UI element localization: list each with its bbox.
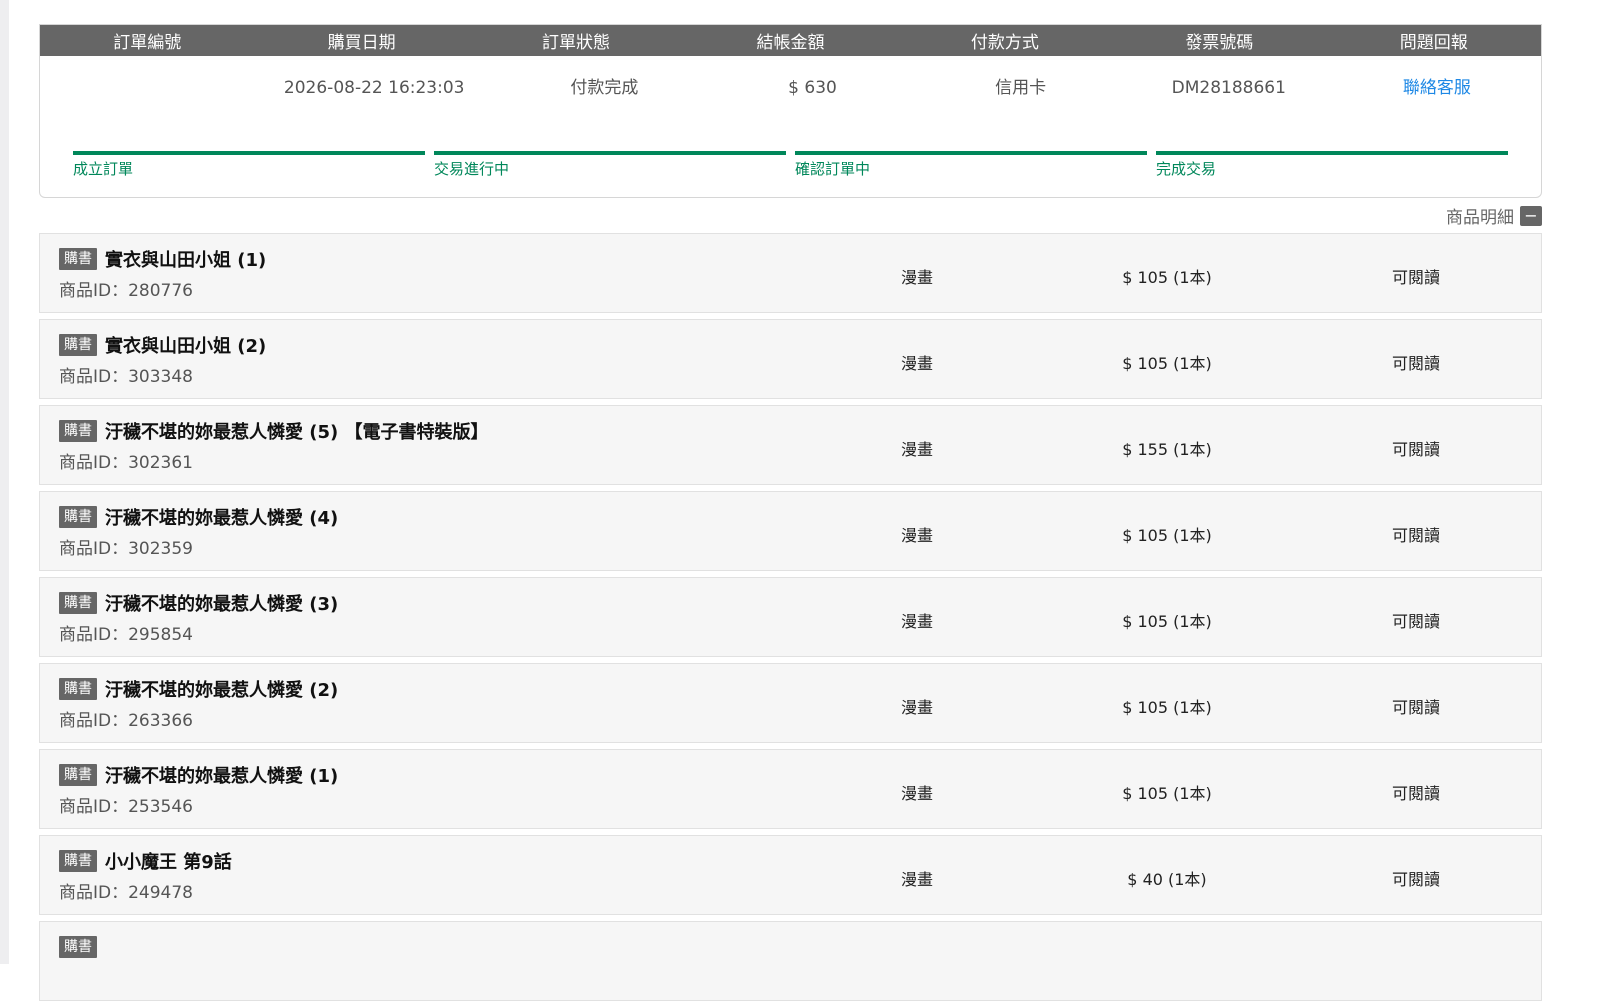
- product-status: 可閱讀: [1392, 268, 1441, 287]
- product-category: 漫畫: [901, 526, 934, 545]
- product-price: $ 105 (1本): [1122, 784, 1212, 803]
- product-detail-toggle[interactable]: 商品明細 −: [39, 198, 1542, 233]
- header-amount: 結帳金額: [756, 33, 825, 53]
- progress-step-completed: 完成交易: [1156, 151, 1508, 179]
- header-order-status: 訂單狀態: [542, 33, 611, 53]
- product-title: 汙穢不堪的妳最惹人憐愛 (1): [105, 766, 339, 787]
- list-item: 購書 汙穢不堪的妳最惹人憐愛 (4) 商品ID：302359 漫畫 $ 105 …: [39, 491, 1542, 571]
- progress-step-confirming: 確認訂單中: [795, 151, 1147, 179]
- product-id: 商品ID：302359: [59, 539, 193, 559]
- header-order-number: 訂單編號: [113, 33, 182, 53]
- list-item: 購書 汙穢不堪的妳最惹人憐愛 (2) 商品ID：263366 漫畫 $ 105 …: [39, 663, 1542, 743]
- order-status-value: 付款完成: [570, 78, 639, 98]
- product-title: 汙穢不堪的妳最惹人憐愛 (5) 【電子書特裝版】: [105, 422, 489, 443]
- amount-value: $ 630: [788, 78, 837, 98]
- product-id: 商品ID：280776: [59, 281, 193, 301]
- product-category: 漫畫: [901, 612, 934, 631]
- purchase-badge: 購書: [59, 506, 97, 528]
- product-category: 漫畫: [901, 784, 934, 803]
- order-table-header: 訂單編號 購買日期 訂單狀態 結帳金額 付款方式 發票號碼 問題回報: [40, 25, 1541, 56]
- order-progress: 成立訂單 交易進行中 確認訂單中 完成交易: [73, 151, 1508, 179]
- header-payment: 付款方式: [970, 33, 1039, 53]
- product-price: $ 105 (1本): [1122, 612, 1212, 631]
- purchase-badge: 購書: [59, 334, 97, 356]
- product-id: 商品ID：263366: [59, 711, 193, 731]
- header-invoice: 發票號碼: [1185, 33, 1254, 53]
- product-status: 可閱讀: [1392, 698, 1441, 717]
- payment-value: 信用卡: [995, 78, 1047, 98]
- purchase-badge: 購書: [59, 420, 97, 442]
- list-item: 購書 汙穢不堪的妳最惹人憐愛 (5) 【電子書特裝版】 商品ID：302361 …: [39, 405, 1542, 485]
- purchase-badge: 購書: [59, 850, 97, 872]
- purchase-badge: 購書: [59, 592, 97, 614]
- product-status: 可閱讀: [1392, 440, 1441, 459]
- purchase-badge: 購書: [59, 248, 97, 270]
- product-detail-label: 商品明細: [1446, 208, 1514, 228]
- product-status: 可閱讀: [1392, 354, 1441, 373]
- list-item: 購書 小小魔王 第9話 商品ID：249478 漫畫 $ 40 (1本) 可閱讀: [39, 835, 1542, 915]
- product-price: $ 155 (1本): [1122, 440, 1212, 459]
- list-item: 購書: [39, 921, 1542, 1001]
- product-id: 商品ID：249478: [59, 883, 193, 903]
- list-item: 購書 汙穢不堪的妳最惹人憐愛 (1) 商品ID：253546 漫畫 $ 105 …: [39, 749, 1542, 829]
- product-status: 可閱讀: [1392, 526, 1441, 545]
- product-title: 實衣與山田小姐 (2): [105, 336, 267, 357]
- list-item: 購書 汙穢不堪的妳最惹人憐愛 (3) 商品ID：295854 漫畫 $ 105 …: [39, 577, 1542, 657]
- product-status: 可閱讀: [1392, 784, 1441, 803]
- progress-step-created: 成立訂單: [73, 151, 425, 179]
- purchase-badge: 購書: [59, 764, 97, 786]
- purchase-date-value: 2026-08-22 16:23:03: [283, 78, 465, 98]
- product-id: 商品ID：303348: [59, 367, 193, 387]
- order-summary-card: 訂單編號 購買日期 訂單狀態 結帳金額 付款方式 發票號碼 問題回報 2026-…: [39, 24, 1542, 198]
- product-status: 可閱讀: [1392, 870, 1441, 889]
- product-list: 購書 實衣與山田小姐 (1) 商品ID：280776 漫畫 $ 105 (1本)…: [39, 233, 1542, 1001]
- product-id: 商品ID：302361: [59, 453, 193, 473]
- product-title: 汙穢不堪的妳最惹人憐愛 (2): [105, 680, 339, 701]
- product-category: 漫畫: [901, 440, 934, 459]
- header-purchase-date: 購買日期: [327, 33, 396, 53]
- product-category: 漫畫: [901, 870, 934, 889]
- product-price: $ 105 (1本): [1122, 698, 1212, 717]
- product-title: 實衣與山田小姐 (1): [105, 250, 267, 271]
- product-price: $ 105 (1本): [1122, 526, 1212, 545]
- report-cell: 聯絡客服: [1333, 56, 1541, 130]
- minus-icon[interactable]: −: [1520, 205, 1542, 226]
- page-left-edge: [0, 0, 9, 964]
- product-status: 可閱讀: [1392, 612, 1441, 631]
- progress-step-processing: 交易進行中: [434, 151, 786, 179]
- product-id: 商品ID：253546: [59, 797, 193, 817]
- header-report: 問題回報: [1399, 33, 1468, 53]
- order-detail-panel: 訂單編號 購買日期 訂單狀態 結帳金額 付款方式 發票號碼 問題回報 2026-…: [39, 24, 1542, 1001]
- order-table-row: 2026-08-22 16:23:03 付款完成 $ 630 信用卡 DM281…: [40, 56, 1541, 130]
- list-item: 購書 實衣與山田小姐 (2) 商品ID：303348 漫畫 $ 105 (1本)…: [39, 319, 1542, 399]
- order-number-value: [40, 56, 248, 130]
- product-price: $ 105 (1本): [1122, 354, 1212, 373]
- invoice-value: DM28188661: [1171, 78, 1286, 98]
- purchase-badge: 購書: [59, 936, 97, 958]
- product-title: 汙穢不堪的妳最惹人憐愛 (3): [105, 594, 339, 615]
- product-price: $ 40 (1本): [1127, 870, 1207, 889]
- product-title: 汙穢不堪的妳最惹人憐愛 (4): [105, 508, 339, 529]
- product-category: 漫畫: [901, 354, 934, 373]
- product-id: 商品ID：295854: [59, 625, 193, 645]
- contact-support-link[interactable]: 聯絡客服: [1403, 78, 1471, 98]
- list-item: 購書 實衣與山田小姐 (1) 商品ID：280776 漫畫 $ 105 (1本)…: [39, 233, 1542, 313]
- product-price: $ 105 (1本): [1122, 268, 1212, 287]
- product-category: 漫畫: [901, 698, 934, 717]
- product-category: 漫畫: [901, 268, 934, 287]
- purchase-badge: 購書: [59, 678, 97, 700]
- product-title: 小小魔王 第9話: [105, 852, 232, 873]
